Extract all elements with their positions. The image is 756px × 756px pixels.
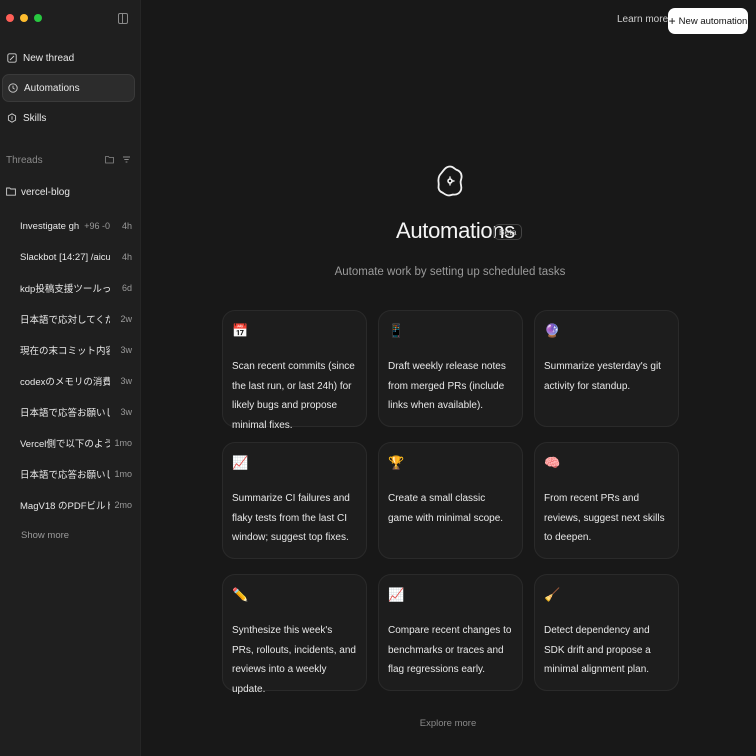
automation-card[interactable]: ✏️ Synthesize this week's PRs, rollouts,… bbox=[222, 574, 367, 695]
beta-badge: Beta bbox=[494, 224, 522, 240]
toggle-sidebar-icon[interactable] bbox=[118, 13, 128, 24]
thread-time: 2w bbox=[120, 314, 132, 324]
pencil-icon: ✏️ bbox=[232, 588, 249, 603]
thread-title: 日本語で応対してくだ… bbox=[20, 315, 110, 326]
thread-time: 6d bbox=[121, 283, 132, 293]
thread-time: 4h bbox=[121, 252, 132, 262]
threads-label: Threads bbox=[6, 155, 43, 166]
broom-icon: 🧹 bbox=[544, 588, 561, 603]
phone-icon: 📱 bbox=[388, 324, 405, 339]
thread-item[interactable]: Slackbot [14:27] /aicut… 4h bbox=[20, 250, 132, 264]
thread-item[interactable]: kdp投稿支援ツールって… 6d bbox=[20, 281, 132, 295]
thread-time: 3w bbox=[120, 376, 132, 386]
new-thread-icon bbox=[5, 53, 19, 63]
chart-icon: 📈 bbox=[232, 456, 249, 471]
sidebar: New thread Automations Skills Threads ve… bbox=[0, 0, 141, 756]
thread-title: MagV18 のPDFビルド… bbox=[20, 501, 110, 512]
thread-time: 1mo bbox=[114, 438, 132, 448]
page-subtitle: Automate work by setting up scheduled ta… bbox=[334, 266, 566, 278]
card-text: Synthesize this week's PRs, rollouts, in… bbox=[232, 625, 356, 695]
thread-time: 1mo bbox=[114, 469, 132, 479]
thread-item[interactable]: 日本語で応答お願いし… 3w bbox=[20, 405, 132, 419]
plus-icon: + bbox=[668, 14, 676, 28]
thread-title: Vercel側で以下のよう… bbox=[20, 439, 110, 450]
thread-item[interactable]: MagV18 のPDFビルド… 2mo bbox=[20, 498, 132, 512]
trophy-icon: 🏆 bbox=[388, 456, 405, 471]
thread-item[interactable]: Investigate gh … +96 -0 4h bbox=[20, 219, 132, 233]
clock-icon bbox=[6, 83, 20, 93]
new-automation-button[interactable]: + New automation bbox=[668, 8, 748, 34]
automation-card[interactable]: 🏆 Create a small classic game with minim… bbox=[378, 442, 523, 559]
thread-title: codexのメモリの消費量… bbox=[20, 377, 110, 388]
thread-item[interactable]: Vercel側で以下のよう… 1mo bbox=[20, 436, 132, 450]
thread-item[interactable]: codexのメモリの消費量… 3w bbox=[20, 374, 132, 388]
thread-diff: +96 -0 bbox=[84, 221, 110, 231]
card-text: Scan recent commits (since the last run,… bbox=[232, 361, 355, 431]
project-label: vercel-blog bbox=[21, 187, 70, 198]
threads-header: Threads bbox=[6, 155, 134, 166]
thread-title: kdp投稿支援ツールって… bbox=[20, 284, 110, 295]
filter-icon[interactable] bbox=[122, 155, 131, 166]
skills-icon bbox=[5, 113, 19, 123]
minimize-window-button[interactable] bbox=[20, 14, 28, 22]
chart-icon: 📈 bbox=[388, 588, 405, 603]
automation-card[interactable]: 📈 Compare recent changes to benchmarks o… bbox=[378, 574, 523, 691]
maximize-window-button[interactable] bbox=[34, 14, 42, 22]
thread-time: 2mo bbox=[114, 500, 132, 510]
thread-time: 3w bbox=[120, 345, 132, 355]
card-text: Create a small classic game with minimal… bbox=[388, 493, 504, 524]
explore-more-link[interactable]: Explore more bbox=[0, 718, 756, 729]
card-text: Draft weekly release notes from merged P… bbox=[388, 361, 506, 411]
project-vercel-blog[interactable]: vercel-blog bbox=[6, 187, 70, 198]
card-text: Summarize yesterday's git activity for s… bbox=[544, 361, 661, 392]
card-text: Detect dependency and SDK drift and prop… bbox=[544, 625, 651, 675]
card-text: Summarize CI failures and flaky tests fr… bbox=[232, 493, 350, 543]
nav-new-thread-label: New thread bbox=[23, 52, 75, 64]
card-text: From recent PRs and reviews, suggest nex… bbox=[544, 493, 665, 543]
nav-automations-label: Automations bbox=[24, 82, 80, 94]
nav-skills-label: Skills bbox=[23, 112, 47, 124]
thread-title: 日本語で応答お願いし… bbox=[20, 408, 110, 419]
automation-card[interactable]: 🔮 Summarize yesterday's git activity for… bbox=[534, 310, 679, 427]
automation-card[interactable]: 🧠 From recent PRs and reviews, suggest n… bbox=[534, 442, 679, 559]
thread-item[interactable]: 現在の末コミット内容… 3w bbox=[20, 343, 132, 357]
thread-time: 4h bbox=[121, 221, 132, 231]
automation-card[interactable]: 📅 Scan recent commits (since the last ru… bbox=[222, 310, 367, 431]
thread-item[interactable]: 日本語で応対してくだ… 2w bbox=[20, 312, 132, 326]
automation-card[interactable]: 📱 Draft weekly release notes from merged… bbox=[378, 310, 523, 427]
nav-automations[interactable]: Automations bbox=[2, 74, 135, 102]
new-automation-label: New automation bbox=[678, 15, 748, 27]
show-more-link[interactable]: Show more bbox=[21, 530, 69, 541]
automation-card[interactable]: 📈 Summarize CI failures and flaky tests … bbox=[222, 442, 367, 559]
crystal-ball-icon: 🔮 bbox=[544, 324, 561, 339]
new-folder-icon[interactable] bbox=[105, 155, 114, 166]
thread-item[interactable]: 日本語で応答お願いし… 1mo bbox=[20, 467, 132, 481]
thread-time: 3w bbox=[120, 407, 132, 417]
thread-title: Slackbot [14:27] /aicut… bbox=[20, 251, 110, 263]
window-controls bbox=[6, 14, 42, 22]
automations-hero-icon bbox=[436, 164, 464, 198]
thread-title: 現在の末コミット内容… bbox=[20, 346, 110, 357]
thread-title: 日本語で応答お願いし… bbox=[20, 470, 110, 481]
thread-title: Investigate gh … bbox=[20, 220, 80, 232]
close-window-button[interactable] bbox=[6, 14, 14, 22]
brain-icon: 🧠 bbox=[544, 456, 561, 471]
nav-new-thread[interactable]: New thread bbox=[2, 44, 135, 72]
learn-more-link[interactable]: Learn more bbox=[617, 14, 668, 25]
automation-card[interactable]: 🧹 Detect dependency and SDK drift and pr… bbox=[534, 574, 679, 691]
card-text: Compare recent changes to benchmarks or … bbox=[388, 625, 512, 675]
calendar-icon: 📅 bbox=[232, 324, 249, 339]
nav-skills[interactable]: Skills bbox=[2, 104, 135, 132]
folder-icon bbox=[6, 187, 16, 198]
